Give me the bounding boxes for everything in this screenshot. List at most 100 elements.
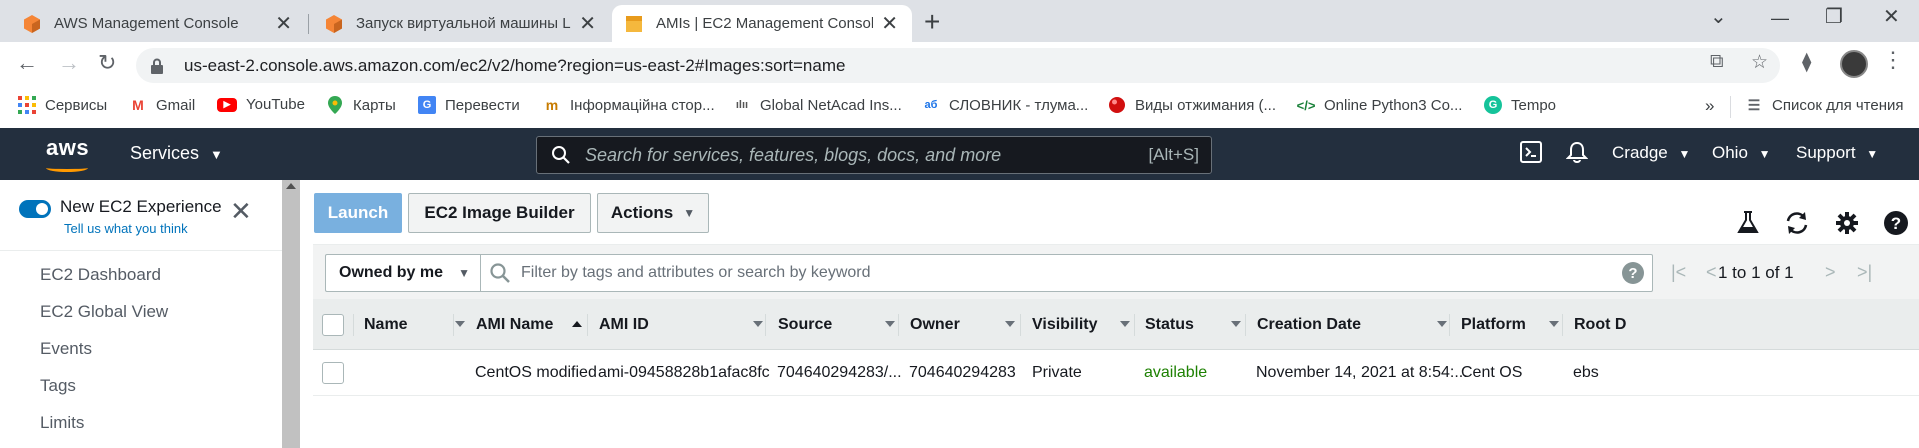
filter-help-icon[interactable]: ? [1622, 262, 1644, 284]
profile-avatar[interactable] [1840, 50, 1868, 78]
bookmark-dictionary[interactable]: aб СЛОВНИК - тлума... [922, 96, 1089, 114]
next-page-icon[interactable]: > [1825, 262, 1836, 283]
translate-page-icon[interactable]: ⧉ [1710, 51, 1724, 73]
caret-down-icon: ▼ [1758, 147, 1771, 161]
forward-arrow-icon[interactable]: → [58, 50, 80, 76]
sidebar-item-events[interactable]: Events [40, 339, 92, 359]
select-all-checkbox[interactable] [322, 314, 344, 336]
search-shortcut: [Alt+S] [1148, 145, 1199, 164]
sidebar-item-ec2-global-view[interactable]: EC2 Global View [40, 302, 168, 322]
sort-caret-icon[interactable] [1005, 321, 1015, 327]
sidebar-item-limits[interactable]: Limits [40, 413, 84, 433]
back-arrow-icon[interactable]: ← [16, 50, 38, 76]
aws-logo[interactable]: aws [46, 135, 89, 172]
caret-down-icon: ▼ [458, 266, 470, 280]
close-icon[interactable]: ✕ [579, 11, 596, 36]
cloudshell-icon[interactable] [1520, 141, 1542, 168]
chrome-menu-icon[interactable]: ⋮ [1882, 47, 1904, 73]
reload-icon[interactable]: ↻ [98, 50, 116, 76]
extensions-puzzle-icon[interactable]: ⧫ [1802, 51, 1811, 74]
sidebar-item-ec2-dashboard[interactable]: EC2 Dashboard [40, 265, 161, 285]
services-menu[interactable]: Services ▼ [130, 143, 223, 164]
last-page-icon[interactable]: >| [1857, 262, 1872, 283]
sort-caret-icon[interactable] [1437, 321, 1447, 327]
more-bookmarks-chevron-icon[interactable]: » [1705, 96, 1714, 116]
restore-icon[interactable]: ❐ [1825, 4, 1843, 29]
region-menu[interactable]: Ohio ▼ [1712, 143, 1771, 163]
refresh-icon[interactable] [1784, 210, 1810, 236]
row-checkbox[interactable] [322, 362, 344, 384]
launch-button[interactable]: Launch [314, 193, 402, 233]
column-header-status[interactable]: Status [1145, 300, 1194, 350]
help-icon[interactable]: ? [1883, 210, 1909, 236]
browser-tab-launch-vm[interactable]: Запуск виртуальной машины Linux ✕ [310, 5, 610, 42]
browser-tab-aws-console[interactable]: AWS Management Console ✕ [0, 5, 306, 42]
sidebar-scrollbar[interactable] [282, 180, 300, 448]
sort-caret-icon[interactable] [1120, 321, 1130, 327]
scroll-up-arrow-icon[interactable] [286, 183, 296, 189]
account-menu[interactable]: Cradge ▼ [1612, 143, 1690, 163]
sidebar-item-tags[interactable]: Tags [40, 376, 76, 396]
column-header-ami-name[interactable]: AMI Name [476, 300, 553, 350]
bookmark-translate[interactable]: G Перевести [418, 96, 520, 114]
close-icon[interactable]: ✕ [881, 11, 898, 36]
cell-visibility: Private [1032, 364, 1082, 381]
prev-page-icon[interactable]: < [1706, 262, 1717, 283]
support-menu[interactable]: Support ▼ [1796, 143, 1878, 163]
bookmark-label: Gmail [156, 96, 196, 114]
bookmark-gmail[interactable]: M Gmail [129, 96, 195, 114]
settings-gear-icon[interactable] [1834, 210, 1860, 236]
sort-caret-icon[interactable] [753, 321, 763, 327]
svg-text:?: ? [1891, 214, 1901, 233]
column-header-creation-date[interactable]: Creation Date [1257, 300, 1361, 350]
window-close-icon[interactable]: ✕ [1883, 4, 1900, 29]
new-tab-icon[interactable]: + [924, 6, 940, 38]
column-header-platform[interactable]: Platform [1461, 300, 1526, 350]
close-sidebar-icon[interactable]: ✕ [230, 196, 252, 227]
feedback-link[interactable]: Tell us what you think [64, 221, 188, 236]
bookmark-maps[interactable]: Карты [326, 96, 396, 114]
column-header-name[interactable]: Name [364, 300, 408, 350]
bookmark-pushups[interactable]: Виды отжимания (... [1108, 96, 1276, 114]
table-row[interactable]: CentOS modified ami-09458828b1afac8fc 70… [313, 350, 1919, 396]
close-icon[interactable]: ✕ [275, 11, 292, 36]
actions-button[interactable]: Actions ▼ [597, 193, 709, 233]
notifications-bell-icon[interactable] [1565, 141, 1589, 168]
url-omnibox[interactable]: us-east-2.console.aws.amazon.com/ec2/v2/… [136, 48, 1780, 83]
apps-grid-icon [18, 96, 36, 114]
minimize-icon[interactable]: — [1771, 8, 1789, 29]
bookmark-info-page[interactable]: m Інформаційна стор... [543, 96, 715, 114]
aws-global-search[interactable]: Search for services, features, blogs, do… [536, 136, 1212, 174]
sort-caret-icon[interactable] [455, 321, 465, 327]
aws-cube-icon [24, 14, 40, 33]
sort-caret-icon[interactable] [885, 321, 895, 327]
bookmark-youtube[interactable]: ▶ YouTube [217, 96, 305, 113]
tab-search-chevron-icon[interactable]: ⌄ [1710, 4, 1727, 29]
bookmark-netacad[interactable]: ılıı Global NetAcad Ins... [733, 96, 902, 114]
tempo-icon: G [1484, 96, 1502, 114]
owned-by-dropdown[interactable]: Owned by me ▼ [325, 254, 480, 292]
url-text: us-east-2.console.aws.amazon.com/ec2/v2/… [184, 55, 846, 75]
bookmark-star-icon[interactable]: ☆ [1751, 51, 1768, 74]
sort-caret-icon[interactable] [1231, 321, 1241, 327]
sort-ascending-icon[interactable] [572, 321, 582, 327]
new-experience-toggle[interactable] [19, 200, 51, 218]
bookmark-tempo[interactable]: G Tempo [1484, 96, 1556, 114]
browser-tab-amis[interactable]: AMIs | EC2 Management Console ✕ [612, 5, 912, 42]
bookmark-services[interactable]: Сервисы [18, 96, 107, 114]
column-header-root-device[interactable]: Root D [1574, 300, 1626, 350]
bookmark-python[interactable]: </> Online Python3 Co... [1297, 96, 1463, 114]
address-bar-row: ← → ↻ us-east-2.console.aws.amazon.com/e… [0, 42, 1919, 88]
youtube-icon: ▶ [217, 97, 237, 112]
image-builder-button[interactable]: EC2 Image Builder [408, 193, 591, 233]
sort-caret-icon[interactable] [1549, 321, 1559, 327]
reading-list[interactable]: ☰ Список для чтения [1745, 96, 1904, 114]
flask-icon[interactable] [1735, 210, 1761, 236]
column-header-visibility[interactable]: Visibility [1032, 300, 1098, 350]
filter-search-input[interactable]: Filter by tags and attributes or search … [480, 254, 1653, 292]
column-header-source[interactable]: Source [778, 300, 832, 350]
first-page-icon[interactable]: |< [1671, 262, 1686, 283]
column-header-owner[interactable]: Owner [910, 300, 960, 350]
cell-source: 704640294283/... [777, 364, 902, 381]
column-header-ami-id[interactable]: AMI ID [599, 300, 649, 350]
